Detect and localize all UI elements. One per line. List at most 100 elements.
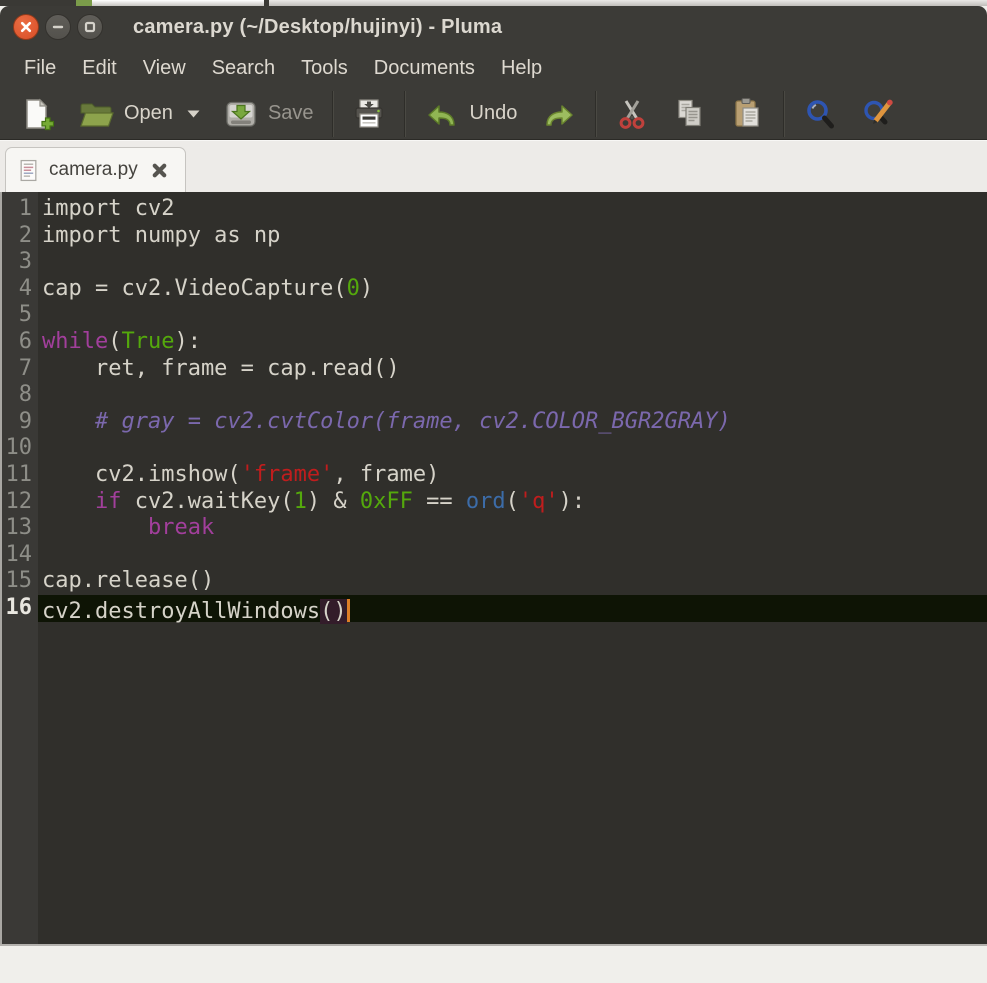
find-button[interactable] — [791, 91, 849, 137]
code-token: import numpy as np — [42, 223, 280, 248]
menu-tools[interactable]: Tools — [288, 52, 361, 85]
code-token: ) — [360, 276, 373, 301]
menu-edit[interactable]: Edit — [69, 52, 129, 85]
toolbar-separator — [332, 91, 334, 137]
line-number: 5 — [2, 302, 38, 329]
background-window-strip — [0, 0, 987, 6]
code-token — [42, 489, 95, 514]
line-number: 15 — [2, 568, 38, 595]
code-line-content: cv2.imshow('frame', frame) — [38, 462, 987, 489]
print-button[interactable] — [340, 91, 398, 137]
close-button[interactable] — [13, 14, 39, 40]
background-strip-segment-light — [269, 0, 987, 6]
undo-button-label: Undo — [470, 102, 518, 125]
copy-button[interactable] — [661, 91, 719, 137]
text-file-icon — [18, 159, 39, 182]
code-line-content: ret, frame = cap.read() — [38, 356, 987, 383]
code-line-content — [38, 435, 987, 462]
code-token: ( — [506, 489, 519, 514]
new-document-button[interactable] — [8, 91, 66, 137]
code-token: 0xFF — [360, 489, 413, 514]
code-token: 0 — [347, 276, 360, 301]
window-title: camera.py (~/Desktop/hujinyi) - Pluma — [133, 16, 502, 39]
paste-button[interactable] — [719, 91, 777, 137]
code-token: cv2.destroyAllWindows — [42, 599, 320, 624]
menu-view[interactable]: View — [130, 52, 199, 85]
maximize-button[interactable] — [77, 14, 103, 40]
redo-button[interactable] — [529, 91, 589, 137]
open-button[interactable]: Open — [66, 91, 212, 137]
toolbar: Open Save — [0, 88, 987, 140]
save-button[interactable]: Save — [212, 91, 326, 137]
undo-icon — [424, 97, 460, 131]
open-dropdown-arrow — [187, 110, 200, 118]
code-line-11: 11 cv2.imshow('frame', frame) — [2, 462, 987, 489]
code-token: 'frame' — [241, 462, 334, 487]
code-token — [42, 515, 148, 540]
code-token: == — [413, 489, 466, 514]
toolbar-separator — [783, 91, 785, 137]
code-token: cv2.imshow( — [42, 462, 241, 487]
code-line-9: 9 # gray = cv2.cvtColor(frame, cv2.COLOR… — [2, 409, 987, 436]
tab-close-icon — [150, 161, 169, 180]
pluma-window: camera.py (~/Desktop/hujinyi) - Pluma Fi… — [0, 0, 987, 983]
code-token: ( — [108, 329, 121, 354]
code-token: 'q' — [519, 489, 559, 514]
code-line-1: 1import cv2 — [2, 196, 987, 223]
code-line-content: import numpy as np — [38, 223, 987, 250]
line-number: 13 — [2, 515, 38, 542]
code-line-2: 2import numpy as np — [2, 223, 987, 250]
minimize-button[interactable] — [45, 14, 71, 40]
toolbar-separator — [595, 91, 597, 137]
code-line-content — [38, 382, 987, 409]
code-token: ord — [466, 489, 506, 514]
code-editor[interactable]: 1import cv22import numpy as np34cap = cv… — [0, 192, 987, 944]
undo-button[interactable]: Undo — [412, 91, 530, 137]
code-line-10: 10 — [2, 435, 987, 462]
menu-documents[interactable]: Documents — [361, 52, 488, 85]
tab-camera-py[interactable]: camera.py — [5, 147, 186, 192]
code-token: # gray = cv2.cvtColor(frame, cv2.COLOR_B… — [95, 409, 731, 434]
code-line-content — [38, 542, 987, 569]
cut-button[interactable] — [603, 91, 661, 137]
line-number: 9 — [2, 409, 38, 436]
tab-close-button[interactable] — [148, 159, 171, 182]
line-number: 6 — [2, 329, 38, 356]
code-line-content — [38, 249, 987, 276]
code-line-14: 14 — [2, 542, 987, 569]
code-token: 1 — [294, 489, 307, 514]
find-replace-button[interactable] — [849, 91, 909, 137]
background-strip-segment — [0, 0, 76, 6]
maximize-icon — [83, 20, 97, 34]
print-icon — [352, 97, 386, 131]
line-number: 12 — [2, 489, 38, 516]
menu-search[interactable]: Search — [199, 52, 288, 85]
save-button-label: Save — [268, 102, 314, 125]
menu-help[interactable]: Help — [488, 52, 555, 85]
paste-icon — [731, 97, 765, 131]
menu-file[interactable]: File — [11, 52, 69, 85]
code-token — [42, 409, 95, 434]
tab-title: camera.py — [49, 159, 138, 181]
code-token: ): — [174, 329, 201, 354]
code-line-15: 15cap.release() — [2, 568, 987, 595]
code-line-12: 12 if cv2.waitKey(1) & 0xFF == ord('q'): — [2, 489, 987, 516]
code-line-content: while(True): — [38, 329, 987, 356]
code-token: while — [42, 329, 108, 354]
code-token: True — [121, 329, 174, 354]
background-strip-segment-light — [92, 0, 264, 6]
tab-bar: camera.py — [0, 140, 987, 192]
code-line-content: break — [38, 515, 987, 542]
code-token: break — [148, 515, 214, 540]
minimize-icon — [51, 20, 65, 34]
code-line-content: # gray = cv2.cvtColor(frame, cv2.COLOR_B… — [38, 409, 987, 436]
code-line-8: 8 — [2, 382, 987, 409]
code-token: import cv2 — [42, 196, 174, 221]
code-line-content: cap = cv2.VideoCapture(0) — [38, 276, 987, 303]
code-token: ): — [559, 489, 586, 514]
line-number: 3 — [2, 249, 38, 276]
copy-icon — [673, 97, 707, 131]
toolbar-separator — [404, 91, 406, 137]
code-line-content: import cv2 — [38, 196, 987, 223]
save-icon — [224, 97, 258, 131]
